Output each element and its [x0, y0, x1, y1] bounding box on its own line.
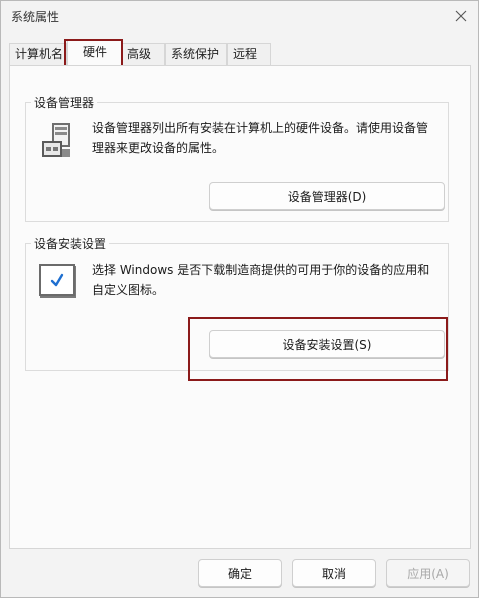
button-label: 设备管理器(D) — [287, 189, 367, 204]
device-install-description: 选择 Windows 是否下载制造商提供的可用于你的设备的应用和自定义图标。 — [92, 263, 430, 297]
hardware-tab-panel: 设备管理器 设备管理器列出所有安装在计算机上的硬件设备。请使用设备管理器来更改设… — [9, 65, 471, 549]
apply-button[interactable]: 应用(A) — [386, 559, 470, 587]
device-install-settings-icon — [39, 264, 75, 296]
device-manager-icon — [42, 123, 70, 157]
button-label: 应用(A) — [407, 566, 449, 581]
device-install-button-highlight — [188, 317, 448, 381]
tab-computer-name[interactable]: 计算机名 — [9, 43, 67, 65]
cancel-button[interactable]: 取消 — [292, 559, 376, 587]
tab-remote[interactable]: 远程 — [227, 43, 271, 65]
title-bar: 系统属性 — [1, 1, 478, 31]
device-manager-group-label: 设备管理器 — [31, 94, 98, 111]
tab-label: 高级 — [127, 47, 152, 61]
system-properties-window: 系统属性 计算机名 高级 系统保护 远程 硬件 设备管理器 设备管理器列出所有安… — [0, 0, 479, 598]
button-label: 确定 — [227, 566, 252, 581]
tab-label: 远程 — [233, 47, 258, 61]
tab-label: 计算机名 — [15, 47, 64, 61]
device-manager-button[interactable]: 设备管理器(D) — [209, 182, 445, 210]
device-manager-description: 设备管理器列出所有安装在计算机上的硬件设备。请使用设备管理器来更改设备的属性。 — [92, 121, 429, 155]
tab-label: 系统保护 — [171, 47, 220, 61]
tab-advanced[interactable]: 高级 — [121, 43, 165, 65]
window-title: 系统属性 — [11, 10, 60, 24]
device-manager-group: 设备管理器 设备管理器列出所有安装在计算机上的硬件设备。请使用设备管理器来更改设… — [25, 94, 449, 222]
tab-system-protection[interactable]: 系统保护 — [165, 43, 227, 65]
checkmark-icon — [50, 273, 64, 287]
close-icon — [455, 10, 467, 22]
device-install-group-label: 设备安装设置 — [31, 235, 110, 252]
button-label: 取消 — [321, 566, 346, 581]
ok-button[interactable]: 确定 — [198, 559, 282, 587]
close-button[interactable] — [450, 5, 472, 27]
